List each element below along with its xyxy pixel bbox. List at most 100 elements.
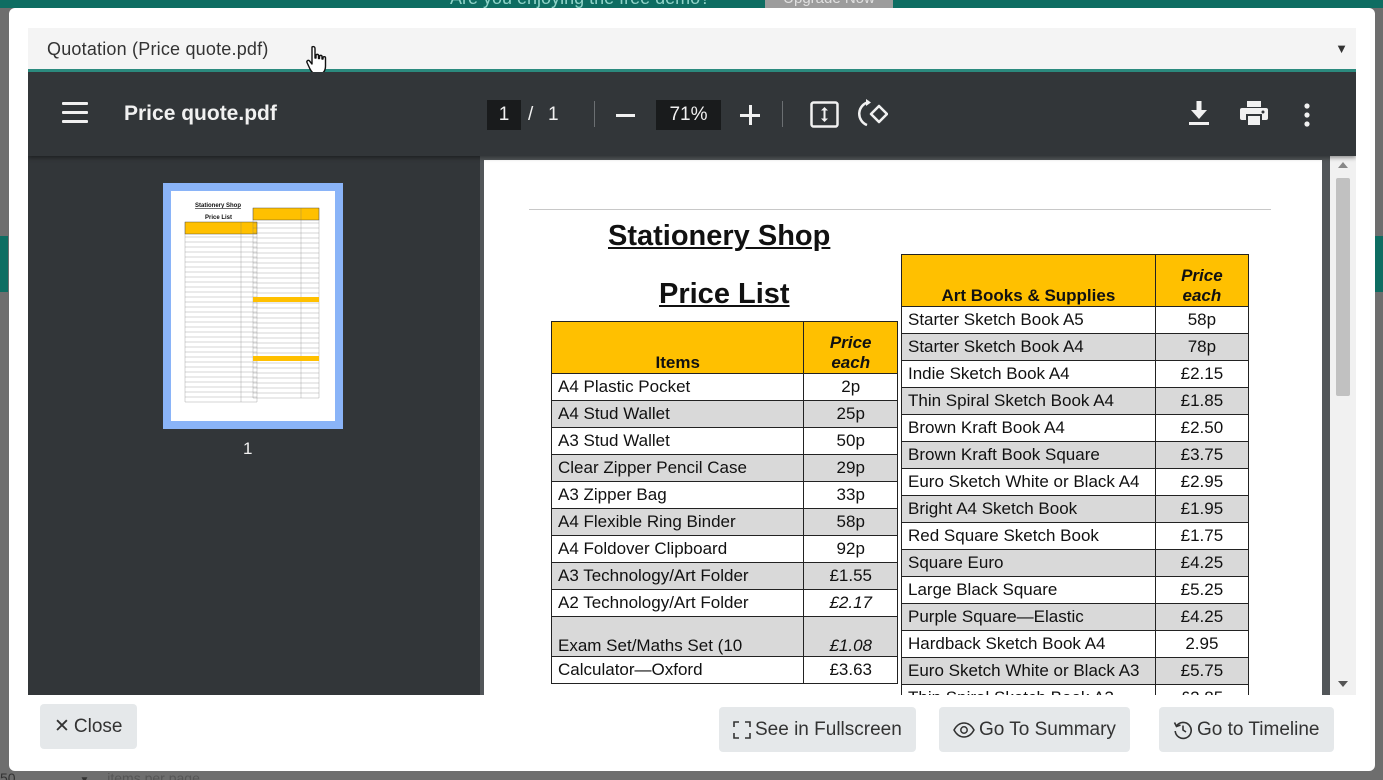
item-price: 33p <box>803 481 898 509</box>
pdf-document-area: Stationery Shop Price List Items Price ea… <box>480 156 1330 695</box>
document-preview-modal: Quotation (Price quote.pdf) ▼ Price quot… <box>9 8 1375 771</box>
items-price-table: Items Price each A4 Plastic Pocket 2p A4 S… <box>550 321 898 684</box>
fullscreen-button-label: See in Fullscreen <box>755 719 902 740</box>
upgrade-now-button[interactable]: Upgrade Now <box>765 0 893 8</box>
table-row: Purple Square—Elastic £4.25 <box>901 603 1250 631</box>
item-price: £1.75 <box>1154 522 1250 550</box>
chevron-down-icon[interactable]: ▼ <box>79 775 89 780</box>
item-name: Thin Spiral Sketch Book A3 <box>901 684 1156 695</box>
fullscreen-button[interactable]: See in Fullscreen <box>719 707 916 752</box>
menu-icon[interactable] <box>62 102 88 124</box>
item-price: £2.17 <box>803 589 898 617</box>
item-price: £3.75 <box>1154 441 1250 469</box>
item-price: 58p <box>803 508 898 536</box>
price-column-header: Price each <box>1154 254 1250 307</box>
table-row: Large Black Square £5.25 <box>901 576 1250 604</box>
item-name: Euro Sketch White or Black A4 <box>901 468 1156 496</box>
table-row: Hardback Sketch Book A4 2.95 <box>901 630 1250 658</box>
item-name: Clear Zipper Pencil Case <box>550 454 805 482</box>
table-row: Indie Sketch Book A4 £2.15 <box>901 360 1250 388</box>
more-options-icon[interactable] <box>1303 103 1311 127</box>
page-thumbnail[interactable]: Stationery Shop Price List <box>163 183 343 429</box>
background-teal-strip-right <box>1375 236 1383 292</box>
item-price: £2.50 <box>1154 414 1250 442</box>
table-row: Brown Kraft Book A4 £2.50 <box>901 414 1250 442</box>
page-number-input[interactable]: 1 <box>487 100 521 130</box>
table-row: A4 Flexible Ring Binder 58p <box>550 508 898 536</box>
table-row: Thin Spiral Sketch Book A3£2.85 <box>901 684 1250 695</box>
scrollbar-thumb[interactable] <box>1336 178 1350 396</box>
document-select-value: Quotation (Price quote.pdf) <box>47 39 269 59</box>
item-price: £5.75 <box>1154 657 1250 685</box>
download-icon[interactable] <box>1188 100 1210 126</box>
table-row: Brown Kraft Book Square £3.75 <box>901 441 1250 469</box>
zoom-in-icon[interactable] <box>740 104 762 126</box>
item-price: 78p <box>1154 333 1250 361</box>
item-name: A3 Stud Wallet <box>550 427 805 455</box>
eye-icon <box>953 722 975 738</box>
page-separator: / <box>528 104 534 125</box>
close-button-label: Close <box>73 716 123 737</box>
zoom-level-input[interactable]: 71% <box>656 100 721 130</box>
go-to-summary-label: Go To Summary <box>979 719 1116 740</box>
item-name: Thin Spiral Sketch Book A4 <box>901 387 1156 415</box>
items-column-header: Items <box>550 321 805 374</box>
pdf-viewer: Price quote.pdf 1 / 1 71% Stationery Sho… <box>28 72 1356 695</box>
item-name: Exam Set/Maths Set (10 <box>550 616 805 657</box>
pdf-toolbar: Price quote.pdf 1 / 1 71% <box>28 72 1356 156</box>
table-row: A3 Technology/Art Folder £1.55 <box>550 562 898 590</box>
item-name: A4 Plastic Pocket <box>550 373 805 401</box>
art-supplies-column-header: Art Books & Supplies <box>901 254 1156 307</box>
item-price: £4.25 <box>1154 549 1250 577</box>
go-to-timeline-label: Go to Timeline <box>1197 719 1320 740</box>
item-price: 2.95 <box>1154 630 1250 658</box>
close-button[interactable]: ✕ Close <box>40 704 137 749</box>
print-icon[interactable] <box>1240 101 1268 126</box>
scroll-down-icon[interactable] <box>1338 681 1348 687</box>
page-total: 1 <box>548 104 559 125</box>
table-row: Thin Spiral Sketch Book A4 £1.85 <box>901 387 1250 415</box>
item-price: £1.85 <box>1154 387 1250 415</box>
item-name: Calculator—Oxford <box>550 656 805 684</box>
thumbnail-page-number: 1 <box>243 439 253 458</box>
item-name: Indie Sketch Book A4 <box>901 360 1156 388</box>
item-name: Starter Sketch Book A4 <box>901 333 1156 361</box>
item-price: £1.95 <box>1154 495 1250 523</box>
zoom-out-icon[interactable] <box>616 114 635 117</box>
go-to-timeline-button[interactable]: Go to Timeline <box>1159 707 1334 752</box>
table-row: Exam Set/Maths Set (10 £1.08 <box>550 616 898 657</box>
table-row: Starter Sketch Book A4 78p <box>901 333 1250 361</box>
price-column-header: Price each <box>803 321 898 374</box>
document-title: Stationery Shop <box>608 220 831 252</box>
document-subtitle: Price List <box>659 278 790 310</box>
page-thumbnail-preview: Stationery Shop Price List <box>171 191 335 421</box>
chevron-down-icon[interactable]: ▼ <box>1335 41 1348 56</box>
item-price: 58p <box>1154 306 1250 334</box>
item-name: Red Square Sketch Book <box>901 522 1156 550</box>
item-price: £2.15 <box>1154 360 1250 388</box>
items-per-page-label: items per page <box>107 770 200 780</box>
document-scrollbar[interactable] <box>1330 156 1356 695</box>
pagination-bar: 50 ▼ items per page <box>0 770 200 780</box>
item-price: £3.63 <box>803 656 898 684</box>
page-header-rule <box>529 209 1271 210</box>
item-price: £2.85 <box>1154 684 1250 695</box>
table-row: Bright A4 Sketch Book £1.95 <box>901 495 1250 523</box>
go-to-summary-button[interactable]: Go To Summary <box>939 707 1130 752</box>
fullscreen-icon <box>733 721 751 739</box>
item-price: £2.95 <box>1154 468 1250 496</box>
item-name: A4 Flexible Ring Binder <box>550 508 805 536</box>
rotate-icon[interactable] <box>858 98 888 130</box>
items-per-page-count[interactable]: 50 <box>0 770 16 780</box>
document-select[interactable]: Quotation (Price quote.pdf) ▼ <box>28 28 1356 72</box>
item-price: 50p <box>803 427 898 455</box>
item-price: 29p <box>803 454 898 482</box>
close-icon: ✕ <box>54 716 70 738</box>
item-name: A3 Zipper Bag <box>550 481 805 509</box>
scroll-up-icon[interactable] <box>1338 162 1348 168</box>
svg-text:Stationery Shop: Stationery Shop <box>195 203 241 209</box>
table-row: A4 Plastic Pocket 2p <box>550 373 898 401</box>
item-price: £5.25 <box>1154 576 1250 604</box>
fit-page-icon[interactable] <box>810 101 839 128</box>
item-price: 25p <box>803 400 898 428</box>
